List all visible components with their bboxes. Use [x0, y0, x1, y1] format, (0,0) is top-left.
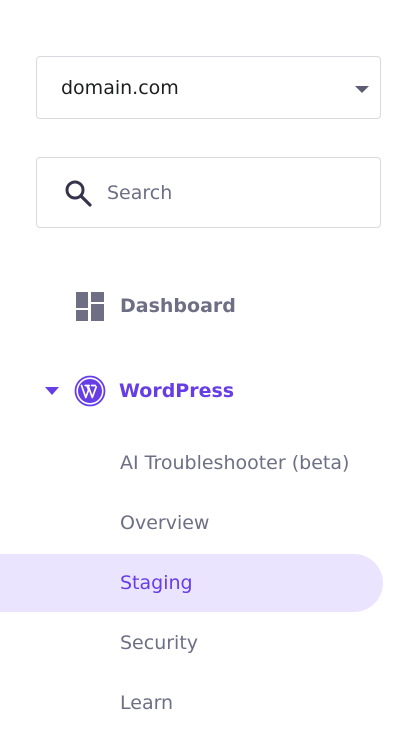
search-box[interactable] — [36, 157, 381, 228]
caret-down-icon — [45, 386, 59, 395]
nav-subitem-label: Staging — [120, 572, 193, 594]
nav-item-wordpress-label: WordPress — [119, 379, 235, 402]
nav-subitem-staging[interactable]: Staging — [0, 554, 383, 612]
nav-subitem-label: Security — [120, 632, 199, 654]
chevron-down-icon — [355, 86, 369, 93]
nav-subitem-ai-troubleshooter[interactable]: AI Troubleshooter (beta) — [0, 434, 383, 492]
nav-subitem-security[interactable]: Security — [0, 614, 383, 672]
domain-selector-value: domain.com — [61, 76, 179, 99]
nav-subitem-learn[interactable]: Learn — [0, 674, 383, 732]
nav-subitem-overview[interactable]: Overview — [0, 494, 383, 552]
nav-subitem-label: Overview — [120, 512, 210, 534]
nav-subitem-label: AI Troubleshooter (beta) — [120, 452, 350, 474]
nav-subitem-label: Learn — [120, 692, 174, 714]
search-input[interactable] — [107, 176, 357, 210]
nav-item-wordpress[interactable]: WordPress — [45, 374, 234, 407]
nav-item-dashboard-label: Dashboard — [120, 295, 236, 317]
search-icon — [65, 180, 92, 207]
domain-selector[interactable]: domain.com — [36, 56, 381, 119]
dashboard-icon — [76, 291, 104, 321]
wordpress-icon — [74, 375, 106, 406]
sidebar: domain.com Dashboard WordPress AI Troubl… — [0, 0, 419, 736]
nav-item-dashboard[interactable]: Dashboard — [76, 290, 236, 322]
